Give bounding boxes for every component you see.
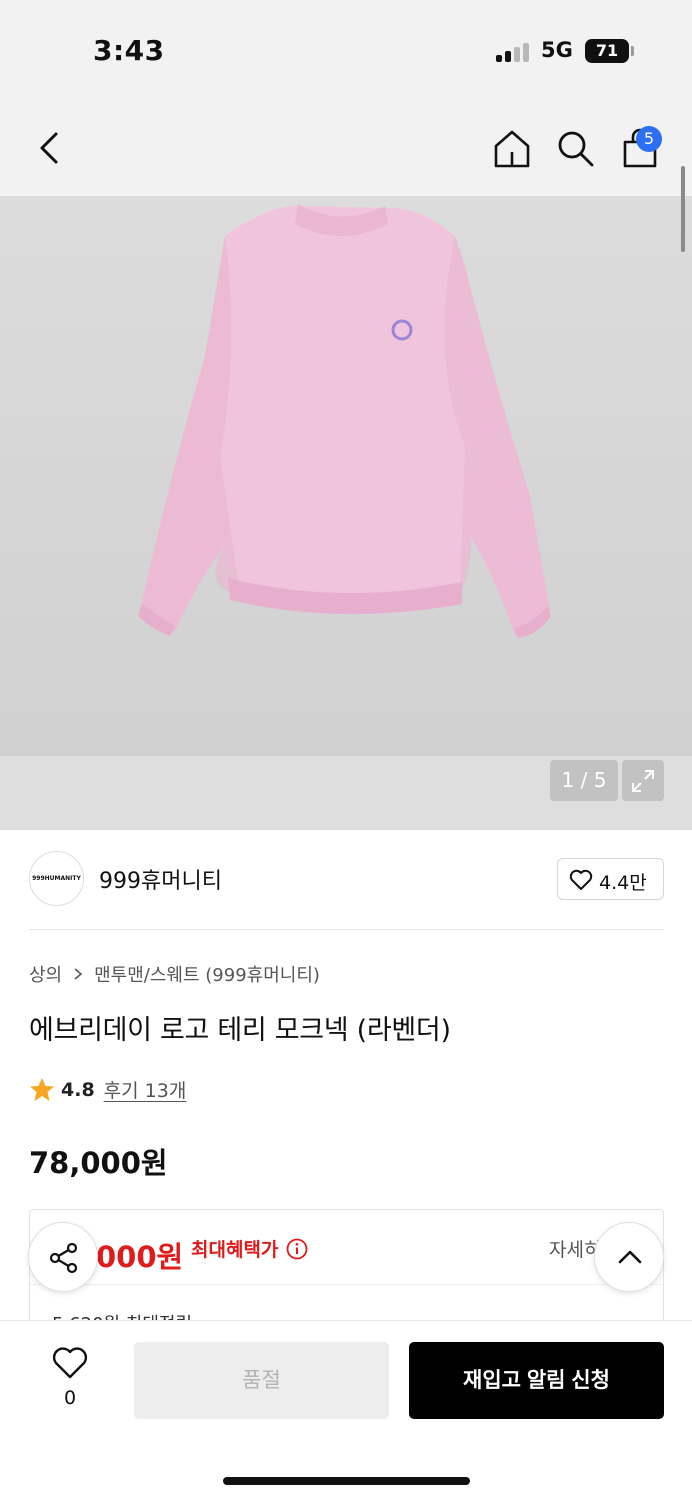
max-benefit-label: 최대혜택가 xyxy=(191,1235,308,1262)
back-icon[interactable] xyxy=(30,126,70,170)
review-link[interactable]: 후기 13개 xyxy=(104,1076,187,1103)
breadcrumb: 상의 맨투맨/스웨트 (999휴머니티) xyxy=(29,961,320,987)
status-bar: 3:43 5G 71 xyxy=(0,0,692,100)
soldout-button[interactable]: 품절 xyxy=(134,1342,389,1419)
breadcrumb-subcategory[interactable]: 맨투맨/스웨트 (999휴머니티) xyxy=(94,961,320,987)
divider xyxy=(29,929,664,930)
home-indicator[interactable] xyxy=(223,1477,470,1485)
product-price: 78,000원 xyxy=(29,1146,168,1180)
wish-count: 0 xyxy=(63,1387,77,1409)
home-icon[interactable] xyxy=(490,126,534,170)
star-icon xyxy=(30,1077,54,1101)
gallery-page-indicator: 1 / 5 xyxy=(550,760,618,801)
share-icon xyxy=(49,1242,78,1274)
top-nav-bar xyxy=(0,100,692,196)
breadcrumb-category[interactable]: 상의 xyxy=(29,961,62,987)
max-benefit-label-text: 최대혜택가 xyxy=(191,1239,279,1261)
heart-icon[interactable] xyxy=(52,1346,88,1380)
brand-name[interactable]: 999휴머니티 xyxy=(99,863,222,895)
search-icon[interactable] xyxy=(553,126,597,170)
battery-cap xyxy=(631,46,634,56)
cellular-signal-icon xyxy=(496,42,532,62)
brand-logo[interactable]: 999HUMANITY xyxy=(29,851,84,906)
divider xyxy=(30,1284,663,1285)
product-title: 에브리데이 로고 테리 모크넥 (라벤더) xyxy=(29,1015,451,1046)
brand-like-button[interactable]: 4.4만 xyxy=(557,858,664,900)
network-type: 5G xyxy=(541,38,573,62)
scrollbar[interactable] xyxy=(681,166,685,252)
chevron-up-icon xyxy=(618,1250,642,1264)
clock: 3:43 xyxy=(93,34,165,67)
restock-alert-button[interactable]: 재입고 알림 신청 xyxy=(409,1342,664,1419)
expand-image-button[interactable] xyxy=(622,760,664,801)
product-image-gallery[interactable] xyxy=(0,196,692,830)
info-icon[interactable] xyxy=(286,1238,308,1260)
cart-count-badge: 5 xyxy=(636,126,662,152)
heart-icon xyxy=(569,869,593,890)
expand-icon xyxy=(632,770,654,792)
rating-value: 4.8 xyxy=(61,1078,95,1101)
battery-icon: 71 xyxy=(585,39,629,63)
max-benefit-price: 000원 xyxy=(96,1240,184,1274)
chevron-right-icon xyxy=(74,968,83,980)
scroll-to-top-button[interactable] xyxy=(594,1222,664,1292)
product-photo-sweater xyxy=(138,204,551,638)
share-button[interactable] xyxy=(28,1222,98,1292)
brand-like-count: 4.4만 xyxy=(599,872,647,894)
rating-row: 4.8 후기 13개 xyxy=(29,1076,186,1103)
